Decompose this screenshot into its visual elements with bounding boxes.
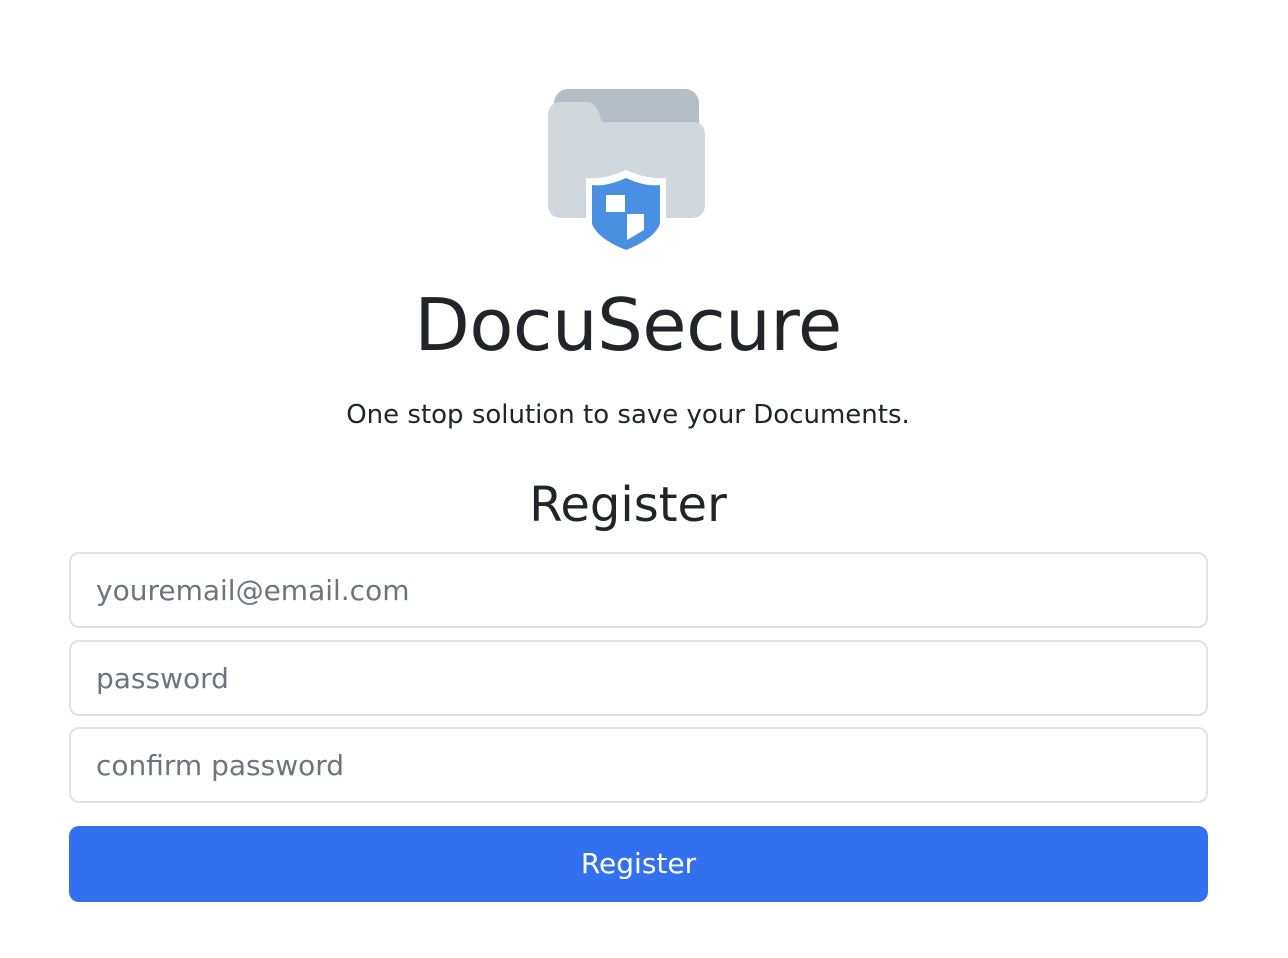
folder-shield-icon xyxy=(548,88,708,256)
confirm-password-input[interactable] xyxy=(69,727,1208,803)
app-title: DocuSecure xyxy=(414,283,842,367)
email-input[interactable] xyxy=(69,552,1208,628)
app-tagline: One stop solution to save your Documents… xyxy=(346,400,910,430)
password-input[interactable] xyxy=(69,640,1208,716)
register-button[interactable]: Register xyxy=(69,826,1208,902)
register-heading: Register xyxy=(529,477,727,533)
register-page: DocuSecure One stop solution to save you… xyxy=(0,0,1288,958)
